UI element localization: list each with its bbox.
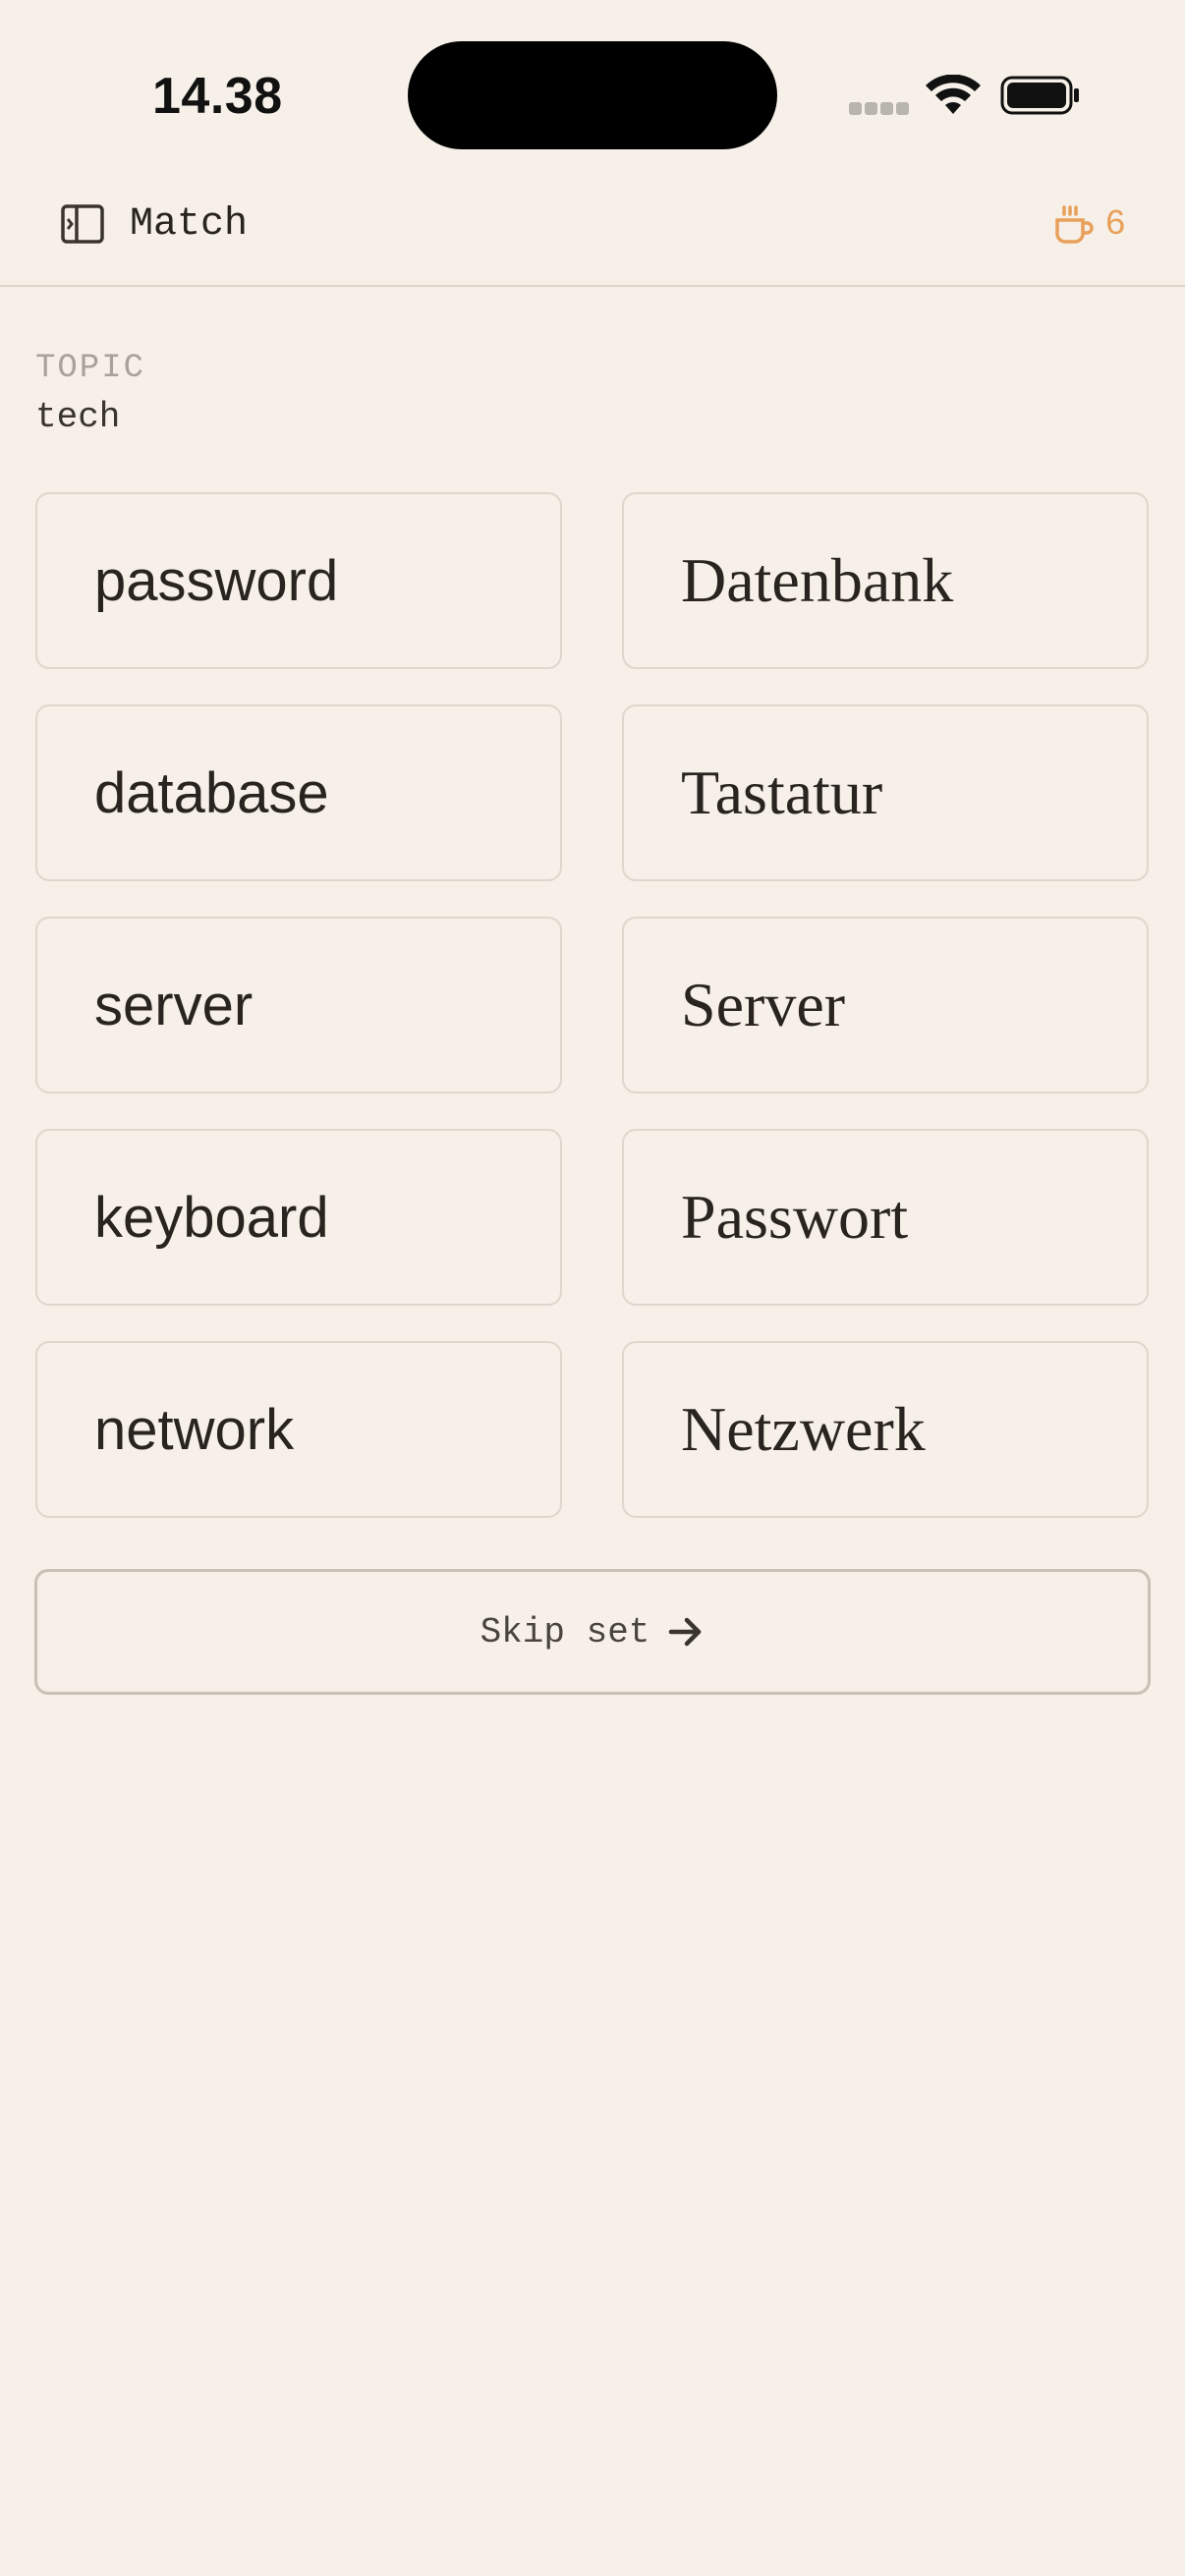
card-label: Datenbank	[681, 545, 954, 615]
card-german[interactable]: Datenbank	[622, 492, 1149, 669]
status-time: 14.38	[152, 68, 283, 125]
card-label: keyboard	[94, 1185, 329, 1250]
card-english[interactable]: network	[35, 1341, 562, 1518]
card-label: database	[94, 760, 329, 825]
page-title: Match	[130, 202, 249, 247]
card-label: password	[94, 548, 339, 613]
card-german[interactable]: Passwort	[622, 1129, 1149, 1306]
coffee-cup-icon	[1055, 205, 1095, 244]
wifi-icon	[926, 75, 981, 114]
card-label: Netzwerk	[681, 1394, 926, 1464]
card-label: network	[94, 1397, 295, 1462]
app-header: Match 6	[0, 187, 1185, 287]
card-german[interactable]: Netzwerk	[622, 1341, 1149, 1518]
skip-set-button[interactable]: Skip set	[34, 1569, 1151, 1695]
topic-value: tech	[35, 397, 121, 437]
card-english[interactable]: server	[35, 917, 562, 1093]
streak-count: 6	[1104, 203, 1126, 245]
status-bar: 14.38	[0, 0, 1185, 187]
card-label: Tastatur	[681, 757, 883, 827]
card-english[interactable]: keyboard	[35, 1129, 562, 1306]
card-english[interactable]: password	[35, 492, 562, 669]
topic-label: TOPIC	[35, 350, 146, 387]
arrow-right-icon	[669, 1617, 702, 1647]
card-german[interactable]: Tastatur	[622, 704, 1149, 881]
streak-counter: 6	[1051, 198, 1126, 250]
skip-set-label: Skip set	[480, 1611, 650, 1652]
card-label: Server	[681, 970, 846, 1039]
dynamic-island	[408, 41, 777, 149]
sidebar-toggle-icon[interactable]	[59, 200, 106, 248]
card-english[interactable]: database	[35, 704, 562, 881]
card-german[interactable]: Server	[622, 917, 1149, 1093]
battery-icon	[1000, 76, 1079, 115]
card-label: server	[94, 973, 254, 1037]
signal-dots-icon	[849, 102, 912, 116]
card-label: Passwort	[681, 1182, 909, 1252]
